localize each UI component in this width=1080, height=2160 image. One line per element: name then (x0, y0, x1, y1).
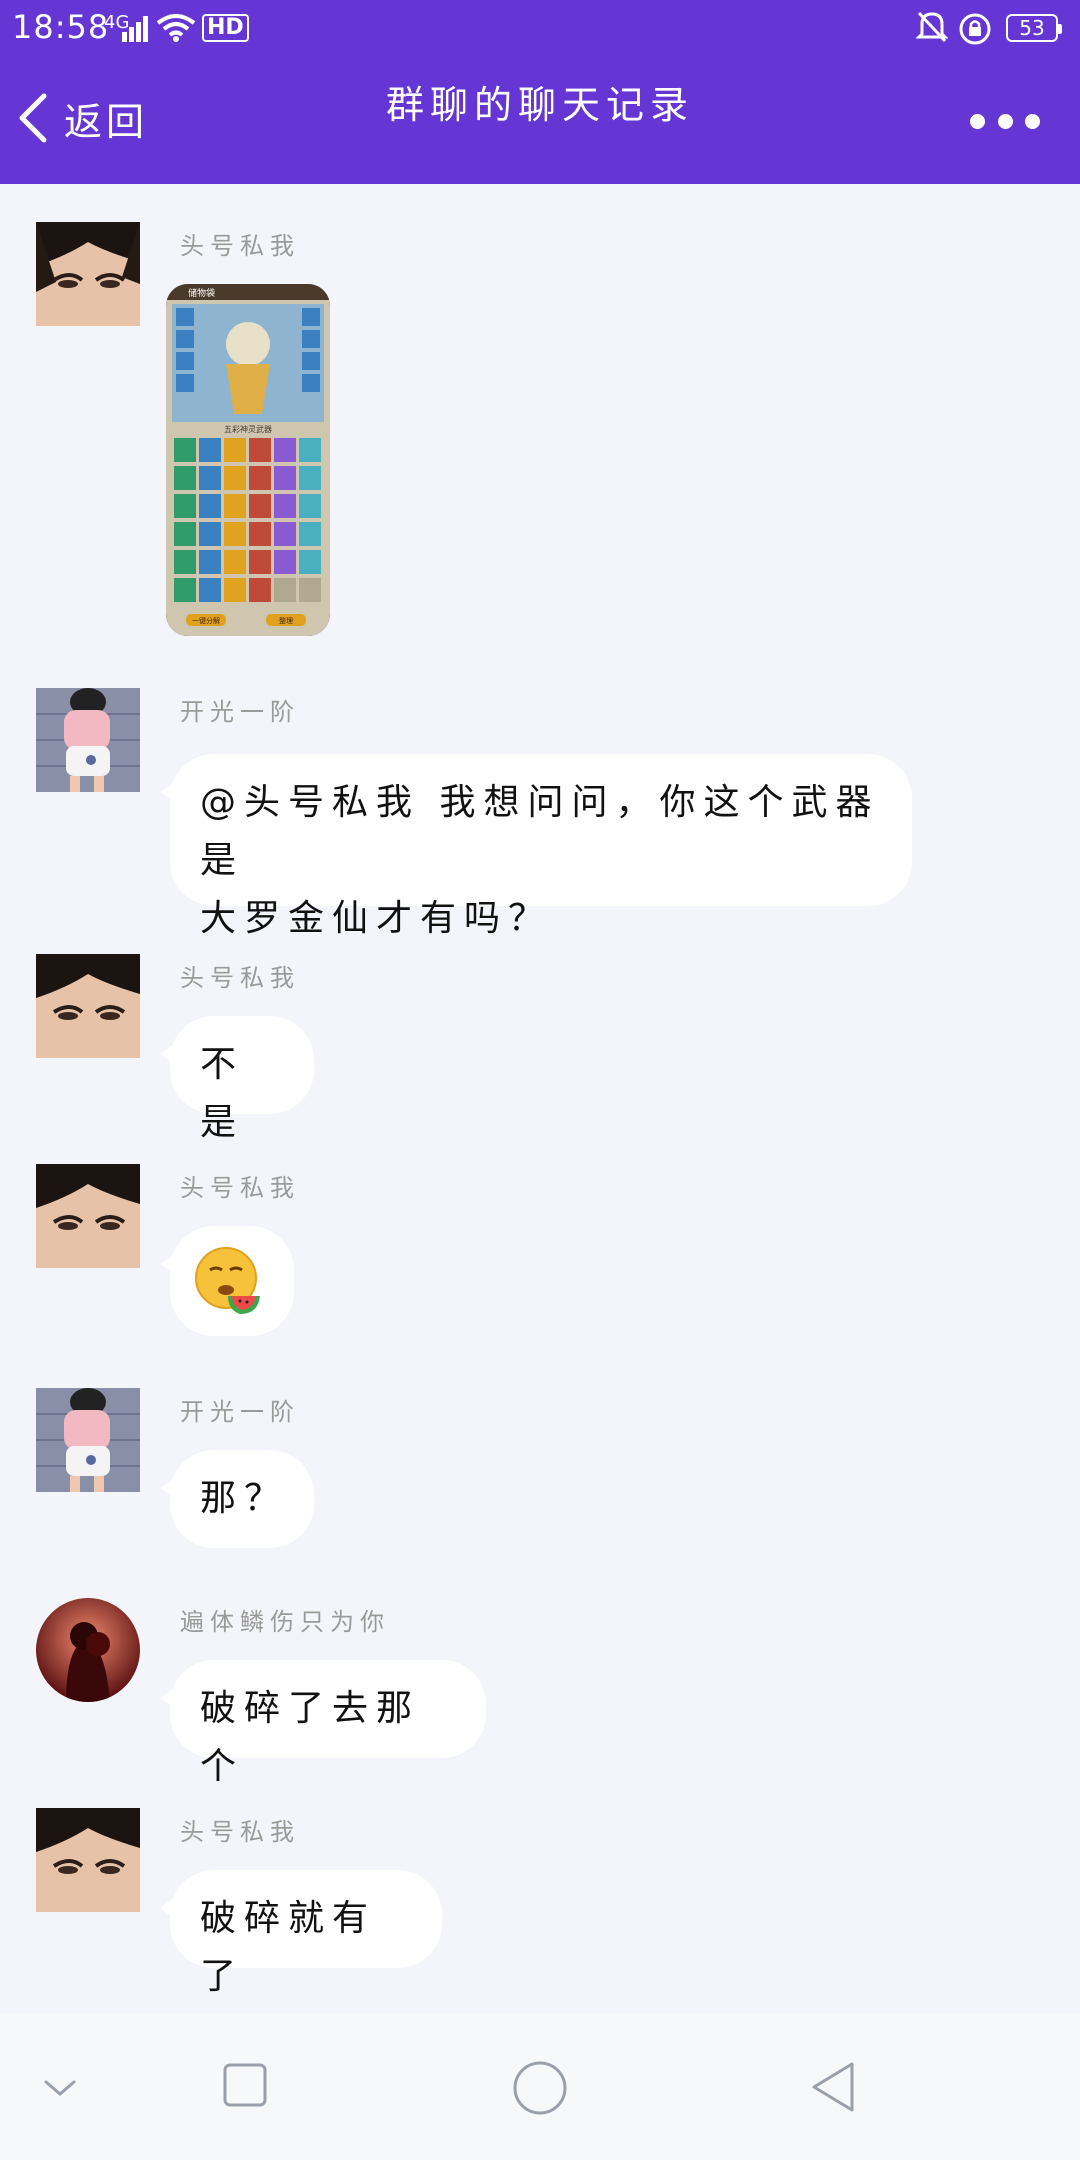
inventory-slot (199, 550, 221, 574)
girl-face-avatar[interactable] (36, 1164, 140, 1268)
message-text-line: 破碎就有了 (200, 1898, 377, 1997)
message-bubble[interactable]: 破碎了去那个 (160, 1660, 486, 1787)
inventory-slot (199, 522, 221, 546)
inventory-slot (274, 522, 296, 546)
inventory-slot (299, 522, 321, 546)
top-bar: 18:58 4G HD 53 返回 群聊的聊天记录 (0, 0, 1080, 184)
sender-name: 头号私我 (180, 232, 300, 260)
message-bubble[interactable]: 那？ (160, 1450, 314, 1548)
inventory-slot (249, 550, 271, 574)
inventory-slot (199, 494, 221, 518)
image-message[interactable]: 储物袋 五彩神灵武器 一键分解 整理 (166, 284, 330, 636)
page-title: 群聊的聊天记录 (385, 83, 694, 127)
inventory-slot (199, 578, 221, 602)
inventory-slot (199, 466, 221, 490)
svg-text:一键分解: 一键分解 (192, 616, 220, 625)
inventory-slot (174, 578, 196, 602)
inventory-slot (299, 438, 321, 462)
back-triangle-icon[interactable] (808, 2060, 858, 2114)
girl-face-avatar[interactable] (36, 222, 140, 326)
sender-name: 遍体鳞伤只为你 (180, 1608, 390, 1636)
inventory-slot (274, 550, 296, 574)
status-time: 18:58 (12, 8, 110, 46)
cartoon-kid-avatar[interactable] (36, 1388, 140, 1492)
sender-name: 头号私我 (180, 1174, 300, 1202)
header: 返回 群聊的聊天记录 (0, 56, 1080, 184)
inventory-slot (274, 438, 296, 462)
inventory-slot (274, 494, 296, 518)
girl-face-avatar[interactable] (36, 954, 140, 1058)
inventory-slot (224, 466, 246, 490)
svg-text:储物袋: 储物袋 (188, 287, 215, 299)
watermelon-emoji (195, 1247, 260, 1314)
inventory-slot (274, 466, 296, 490)
svg-text:整理: 整理 (279, 616, 293, 625)
couple-red-avatar[interactable] (36, 1598, 140, 1702)
emoji-bubble[interactable] (160, 1226, 294, 1336)
inventory-slot (174, 438, 196, 462)
wifi-icon (156, 14, 196, 42)
more-dots-icon (970, 113, 985, 129)
recent-apps-icon[interactable] (222, 2062, 268, 2108)
signal-icon (122, 16, 148, 42)
message-bubble[interactable]: @头号私我 我想问问，你这个武器是 大罗金仙才有吗？ (160, 754, 912, 939)
inventory-slot (174, 494, 196, 518)
sender-name: 开光一阶 (180, 698, 300, 726)
status-bar: 18:58 4G HD 53 (0, 0, 1080, 56)
chat-history[interactable]: 头号私我 储物袋 五彩神灵武器 一键分解 整理 开光一阶 @头号私我 我想问问，… (0, 184, 1080, 2014)
svg-text:五彩神灵武器: 五彩神灵武器 (224, 424, 272, 434)
battery-indicator: 53 (1006, 14, 1062, 42)
more-options-button[interactable] (970, 106, 1040, 136)
message-text-line: @头号私我 我想问问，你这个武器是 (200, 782, 880, 881)
inventory-slot (224, 550, 246, 574)
inventory-slot (299, 550, 321, 574)
inventory-slot (299, 466, 321, 490)
message-text-line: 破碎了去那个 (200, 1688, 421, 1787)
home-icon[interactable] (512, 2060, 568, 2116)
sender-name: 头号私我 (180, 964, 300, 992)
inventory-slot (174, 466, 196, 490)
sender-name: 头号私我 (180, 1818, 300, 1846)
cartoon-kid-avatar[interactable] (36, 688, 140, 792)
system-nav-bar (0, 2014, 1080, 2160)
hd-badge: HD (202, 14, 249, 42)
inventory-slot (249, 438, 271, 462)
inventory-slot (249, 522, 271, 546)
inventory-slot (174, 550, 196, 574)
girl-face-avatar[interactable] (36, 1808, 140, 1912)
inventory-slot (199, 438, 221, 462)
inventory-slot (224, 494, 246, 518)
inventory-slot (224, 438, 246, 462)
message-text-line: 那？ (200, 1478, 289, 1519)
inventory-slot (249, 578, 271, 602)
inventory-slot (249, 466, 271, 490)
inventory-slot (249, 494, 271, 518)
message-text-line: 大罗金仙才有吗？ (200, 898, 553, 939)
inventory-slot (174, 522, 196, 546)
collapse-chevron-icon[interactable] (42, 2076, 78, 2100)
game-inventory-screenshot: 储物袋 五彩神灵武器 一键分解 整理 (166, 284, 330, 636)
inventory-slot (224, 578, 246, 602)
inventory-slot (299, 578, 321, 602)
inventory-slot (224, 522, 246, 546)
message-bubble[interactable]: 不是 (160, 1016, 314, 1143)
inventory-slot (274, 578, 296, 602)
bell-muted-icon (916, 11, 948, 43)
message-text-line: 不是 (200, 1044, 245, 1143)
rotation-lock-icon (959, 13, 991, 45)
sender-name: 开光一阶 (180, 1398, 300, 1426)
message-bubble[interactable]: 破碎就有了 (160, 1870, 442, 1997)
inventory-slot (299, 494, 321, 518)
